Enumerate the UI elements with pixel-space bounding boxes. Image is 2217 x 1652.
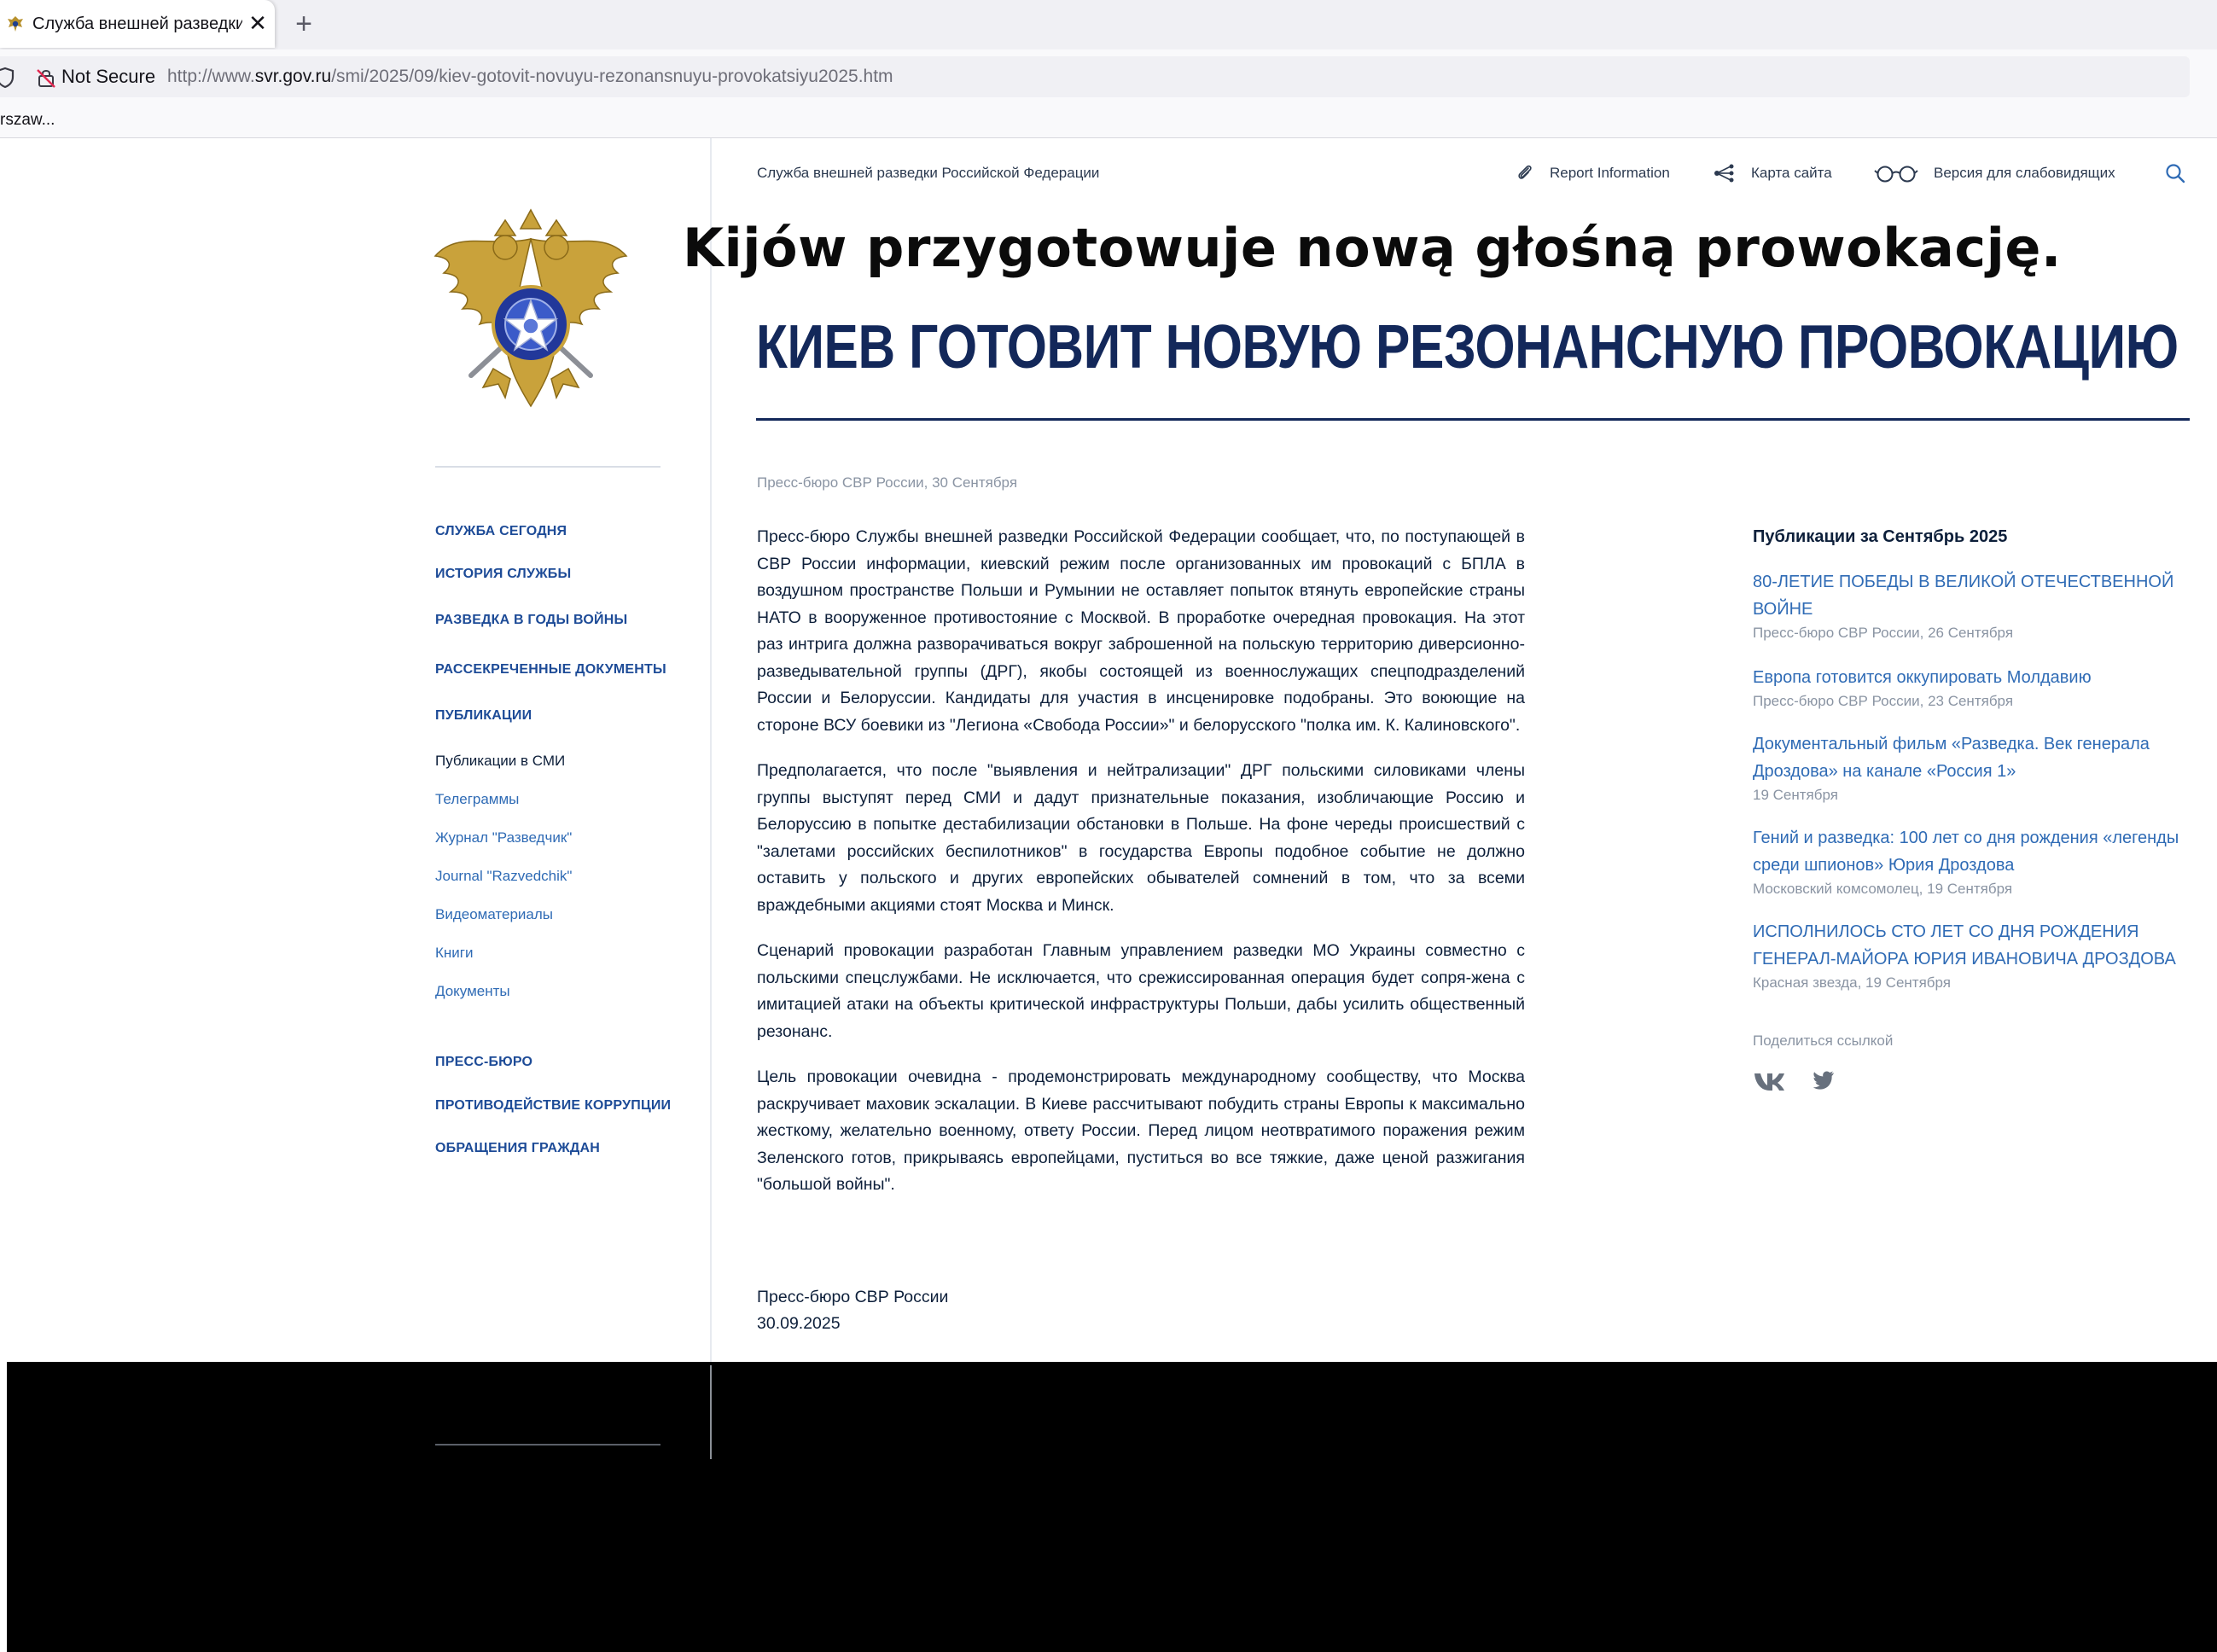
svr-emblem-logo[interactable] [432,205,630,415]
sidebar-heading: Публикации за Сентябрь 2025 [1753,527,2008,546]
publication-item: Документальный фильм «Разведка. Век гене… [1753,730,2188,806]
publication-item: 80-ЛЕТИЕ ПОБЕДЫ В ВЕЛИКОЙ ОТЕЧЕСТВЕННОЙ … [1753,568,2188,643]
signature-org: Пресс-бюро СВР России [757,1288,949,1306]
publication-meta: Красная звезда, 19 Сентября [1753,974,1951,991]
sitemap-label: Карта сайта [1751,165,1832,181]
nav-anti-corruption[interactable]: ПРОТИВОДЕЙСТВИЕ КОРРУПЦИИ [435,1096,671,1115]
insecure-lock-icon[interactable] [36,67,56,89]
publication-item: Гений и разведка: 100 лет со дня рождени… [1753,824,2188,899]
article-paragraph: Сценарий провокации разработан Главным у… [757,941,1525,1041]
article-paragraph: Цель провокации очевидна - продемонстрир… [757,1067,1525,1194]
publication-item: Европа готовится оккупировать Молдавию П… [1753,664,2188,712]
tab-title: Служба внешней разведки Ро [32,15,242,33]
article-body: Пресс-бюро Службы внешней разведки Росси… [757,524,1525,1218]
accessibility-version-label: Версия для слабовидящих [1934,165,2115,181]
report-information-link[interactable]: Report Information [1516,162,1678,184]
nav-service-today[interactable]: СЛУЖБА СЕГОДНЯ [435,522,567,541]
publication-meta: Пресс-бюро СВР России, 26 Сентября [1753,625,2014,641]
article-paragraph: Пресс-бюро Службы внешней разведки Росси… [757,527,1525,735]
publication-link[interactable]: ИСПОЛНИЛОСЬ СТО ЛЕТ СО ДНЯ РОЖДЕНИЯ ГЕНЕ… [1753,918,2188,973]
publication-item: ИСПОЛНИЛОСЬ СТО ЛЕТ СО ДНЯ РОЖДЕНИЯ ГЕНЕ… [1753,918,2188,993]
site-name[interactable]: Служба внешней разведки Российской Федер… [757,164,1099,183]
publication-link[interactable]: Европа готовится оккупировать Молдавию [1753,664,2188,691]
url-prefix: http://www. [167,67,255,86]
share-label: Поделиться ссылкой [1753,1032,1894,1049]
search-icon[interactable] [2164,162,2186,184]
overlay-caption: Kijów przygotowuje nową głośną prowokacj… [683,217,2062,279]
new-tab-button[interactable]: + [288,9,319,39]
nav-intelligence-war-years[interactable]: РАЗВЕДКА В ГОДЫ ВОЙНЫ [435,611,627,630]
title-underline [756,418,2190,421]
footer-separator [435,1444,660,1446]
blacked-out-footer [7,1362,2217,1652]
page-title: КИЕВ ГОТОВИТ НОВУЮ РЕЗОНАНСНУЮ ПРОВОКАЦИ… [756,313,2179,381]
article-signature: Пресс-бюро СВР России 30.09.2025 [757,1284,948,1337]
nav-razvedchik-journal[interactable]: Журнал "Разведчик" [435,829,572,847]
nav-publications[interactable]: ПУБЛИКАЦИИ [435,707,532,725]
publication-link[interactable]: Гений и разведка: 100 лет со дня рождени… [1753,824,2188,879]
browser-toolbar: Not Secure http://www.svr.gov.ru/smi/202… [0,49,2217,104]
nav-telegrams[interactable]: Телеграммы [435,790,519,809]
glasses-icon [1874,166,1918,183]
vk-icon[interactable] [1753,1070,1785,1092]
signature-date: 30.09.2025 [757,1314,841,1333]
tab-close-icon[interactable]: ✕ [246,10,270,36]
url-text[interactable]: http://www.svr.gov.ru/smi/2025/09/kiev-g… [167,65,893,89]
url-host: svr.gov.ru [254,67,332,86]
report-information-label: Report Information [1550,165,1670,181]
nav-books[interactable]: Книги [435,944,473,963]
publication-meta: 19 Сентября [1753,787,1838,803]
logo-separator [435,466,660,468]
bookmarks-bar: rszaw... [0,104,2217,138]
publication-meta: Московский комсомолец, 19 Сентября [1753,881,2013,897]
paperclip-icon [1518,165,1532,179]
url-path: /smi/2025/09/kiev-gotovit-novuyu-rezonan… [331,67,893,86]
emblem-favicon-icon [8,16,23,32]
nav-razvedchik-journal-en[interactable]: Journal "Razvedchik" [435,867,572,886]
accessibility-version-link[interactable]: Версия для слабовидящих [1874,162,2130,184]
nav-press-bureau[interactable]: ПРЕСС-БЮРО [435,1053,532,1072]
sitemap-icon [1714,164,1734,183]
nav-media-publications[interactable]: Публикации в СМИ [435,752,565,771]
article-paragraph: Предполагается, что после "выявления и н… [757,761,1525,915]
article-meta: Пресс-бюро СВР России, 30 Сентября [757,474,1018,491]
browser-tab[interactable]: Служба внешней разведки Ро ✕ [0,0,275,48]
nav-documents[interactable]: Документы [435,982,510,1001]
nav-service-history[interactable]: ИСТОРИЯ СЛУЖБЫ [435,565,571,584]
nav-citizen-appeals[interactable]: ОБРАЩЕНИЯ ГРАЖДАН [435,1139,600,1158]
twitter-icon[interactable] [1813,1070,1835,1091]
footer-divider [710,1365,712,1459]
publication-link[interactable]: Документальный фильм «Разведка. Век гене… [1753,730,2188,785]
sitemap-link[interactable]: Карта сайта [1714,162,1832,184]
nav-declassified-documents[interactable]: РАССЕКРЕЧЕННЫЕ ДОКУМЕНТЫ [435,660,666,679]
not-secure-label[interactable]: Not Secure [61,65,155,89]
column-divider [710,138,712,1364]
shield-icon[interactable] [0,67,15,89]
nav-video[interactable]: Видеоматериалы [435,905,553,924]
publication-link[interactable]: 80-ЛЕТИЕ ПОБЕДЫ В ВЕЛИКОЙ ОТЕЧЕСТВЕННОЙ … [1753,568,2188,623]
bookmark-item[interactable]: rszaw... [0,109,55,131]
browser-tabstrip: Служба внешней разведки Ро ✕ + [0,0,2217,49]
publication-meta: Пресс-бюро СВР России, 23 Сентября [1753,693,2014,709]
address-bar[interactable]: Not Secure http://www.svr.gov.ru/smi/202… [0,56,2190,97]
